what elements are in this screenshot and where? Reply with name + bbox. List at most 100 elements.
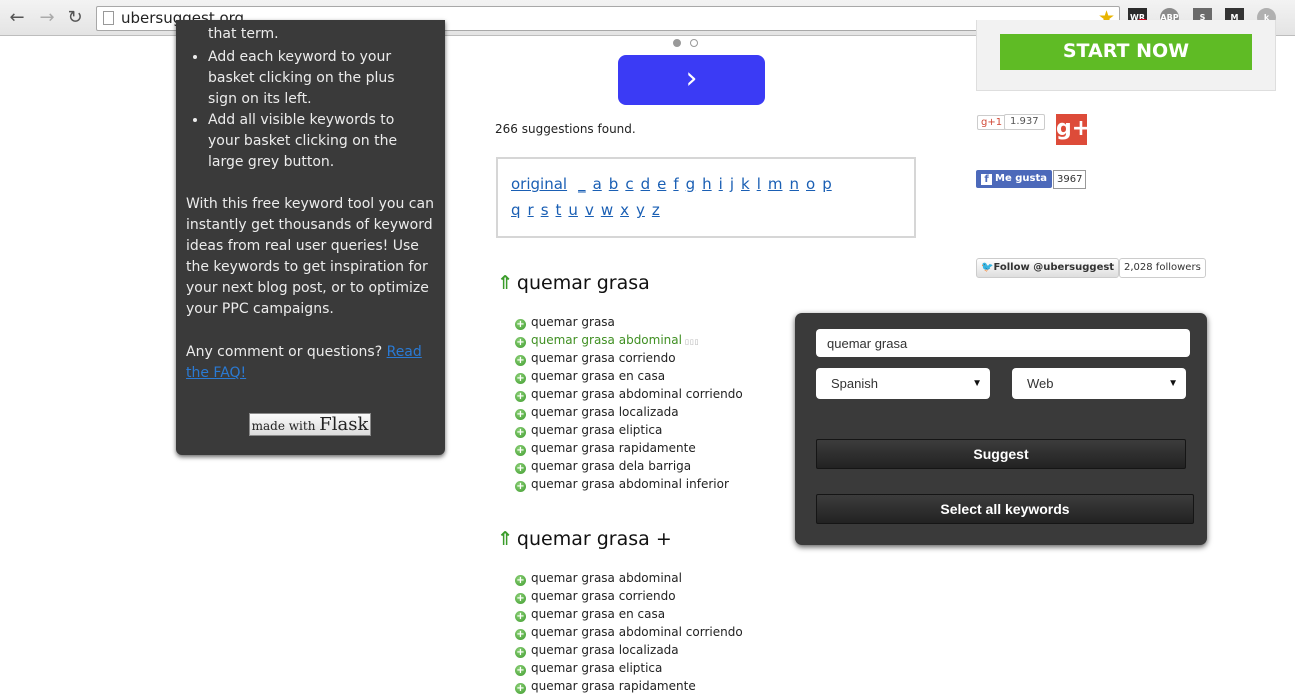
keyword-item[interactable]: + quemar grasa abdominal ▯▯▯ [515, 331, 743, 349]
letter-link-v[interactable]: v [585, 201, 594, 219]
forward-icon[interactable]: → [36, 7, 58, 29]
keyword-group-title[interactable]: ⇑ quemar grasa + [497, 528, 672, 550]
letter-link-d[interactable]: d [641, 175, 651, 193]
letter-link-m[interactable]: m [768, 175, 783, 193]
carousel-next-button[interactable]: › [618, 55, 765, 105]
reload-icon[interactable]: ↻ [64, 7, 86, 29]
carousel-dot-active[interactable] [673, 39, 681, 47]
source-select[interactable]: Web ▼ [1012, 368, 1186, 399]
facebook-like-button[interactable]: f Me gusta [976, 170, 1052, 188]
letter-link-t[interactable]: t [556, 201, 562, 219]
add-keyword-plus-icon[interactable]: + [515, 391, 526, 402]
letter-link-y[interactable]: y [636, 201, 645, 219]
add-keyword-plus-icon[interactable]: + [515, 319, 526, 330]
keyword-text[interactable]: quemar grasa abdominal inferior [531, 477, 729, 491]
add-keyword-plus-icon[interactable]: + [515, 337, 526, 348]
keyword-text[interactable]: quemar grasa abdominal corriendo [531, 387, 743, 401]
letter-link-s[interactable]: s [541, 201, 549, 219]
add-keyword-plus-icon[interactable]: + [515, 683, 526, 694]
keyword-text[interactable]: quemar grasa rapidamente [531, 679, 696, 693]
keyword-item[interactable]: + quemar grasa abdominal inferior [515, 475, 743, 493]
suggest-button[interactable]: Suggest [816, 439, 1186, 469]
letter-link-underscore[interactable]: _ [578, 175, 586, 193]
letter-link-z[interactable]: z [652, 201, 660, 219]
add-keyword-plus-icon[interactable]: + [515, 647, 526, 658]
back-icon[interactable]: ← [6, 7, 28, 29]
letter-link-g[interactable]: g [686, 175, 696, 193]
gplus-logo-icon[interactable]: g+ [1056, 114, 1090, 145]
keyword-text[interactable]: quemar grasa en casa [531, 607, 665, 621]
letter-link-e[interactable]: e [657, 175, 666, 193]
letter-link-j[interactable]: j [730, 175, 734, 193]
keyword-item[interactable]: + quemar grasa en casa [515, 367, 743, 385]
keyword-text[interactable]: quemar grasa localizada [531, 405, 679, 419]
letter-link-x[interactable]: x [620, 201, 629, 219]
up-arrow-icon[interactable]: ⇑ [497, 272, 513, 294]
add-keyword-plus-icon[interactable]: + [515, 463, 526, 474]
keyword-text[interactable]: quemar grasa abdominal [531, 571, 682, 585]
add-keyword-plus-icon[interactable]: + [515, 629, 526, 640]
letter-link-a[interactable]: a [593, 175, 602, 193]
letter-link-c[interactable]: c [625, 175, 633, 193]
letter-link-u[interactable]: u [568, 201, 578, 219]
keyword-text[interactable]: quemar grasa en casa [531, 369, 665, 383]
letter-link-r[interactable]: r [528, 201, 534, 219]
add-keyword-plus-icon[interactable]: + [515, 445, 526, 456]
keyword-text[interactable]: quemar grasa dela barriga [531, 459, 691, 473]
gplus-one-button[interactable]: g+1 [977, 115, 1007, 130]
add-keyword-plus-icon[interactable]: + [515, 575, 526, 586]
carousel-dot[interactable] [690, 39, 698, 47]
letter-link-l[interactable]: l [757, 175, 761, 193]
add-keyword-plus-icon[interactable]: + [515, 593, 526, 604]
add-keyword-plus-icon[interactable]: + [515, 427, 526, 438]
keyword-text[interactable]: quemar grasa abdominal [531, 333, 682, 347]
keyword-search-input[interactable] [816, 329, 1190, 357]
letter-link-p[interactable]: p [822, 175, 832, 193]
start-now-button[interactable]: START NOW [1000, 34, 1252, 70]
letter-link-o[interactable]: o [806, 175, 815, 193]
add-keyword-plus-icon[interactable]: + [515, 373, 526, 384]
add-keyword-plus-icon[interactable]: + [515, 611, 526, 622]
keyword-item[interactable]: + quemar grasa rapidamente [515, 677, 743, 695]
twitter-follow-button[interactable]: 🐦Follow @ubersuggest [976, 258, 1120, 278]
add-keyword-plus-icon[interactable]: + [515, 665, 526, 676]
keyword-item[interactable]: + quemar grasa abdominal [515, 569, 743, 587]
select-all-keywords-button[interactable]: Select all keywords [816, 494, 1194, 524]
keyword-item[interactable]: + quemar grasa eliptica [515, 421, 743, 439]
keyword-item[interactable]: + quemar grasa eliptica [515, 659, 743, 677]
letter-link-w[interactable]: w [601, 201, 613, 219]
keyword-text[interactable]: quemar grasa eliptica [531, 423, 662, 437]
keyword-item[interactable]: + quemar grasa en casa [515, 605, 743, 623]
letter-link-b[interactable]: b [609, 175, 619, 193]
keyword-item[interactable]: + quemar grasa corriendo [515, 349, 743, 367]
letter-link-f[interactable]: f [673, 175, 678, 193]
keyword-item[interactable]: + quemar grasa [515, 313, 743, 331]
letter-link-k[interactable]: k [741, 175, 750, 193]
add-keyword-plus-icon[interactable]: + [515, 481, 526, 492]
keyword-text[interactable]: quemar grasa corriendo [531, 351, 676, 365]
made-with-flask-badge[interactable]: made with Flask [249, 413, 371, 436]
keyword-item[interactable]: + quemar grasa abdominal corriendo [515, 623, 743, 641]
keyword-text[interactable]: quemar grasa localizada [531, 643, 679, 657]
language-select[interactable]: Spanish ▼ [816, 368, 990, 399]
keyword-text[interactable]: quemar grasa [531, 315, 615, 329]
up-arrow-icon[interactable]: ⇑ [497, 528, 513, 550]
letter-link-h[interactable]: h [702, 175, 712, 193]
add-keyword-plus-icon[interactable]: + [515, 409, 526, 420]
keyword-text[interactable]: quemar grasa eliptica [531, 661, 662, 675]
keyword-group-title[interactable]: ⇑ quemar grasa [497, 272, 650, 294]
keyword-item[interactable]: + quemar grasa corriendo [515, 587, 743, 605]
keyword-item[interactable]: + quemar grasa localizada [515, 403, 743, 421]
keyword-item[interactable]: + quemar grasa dela barriga [515, 457, 743, 475]
letter-link-q[interactable]: q [511, 201, 521, 219]
keyword-text[interactable]: quemar grasa corriendo [531, 589, 676, 603]
keyword-item[interactable]: + quemar grasa rapidamente [515, 439, 743, 457]
letter-link-i[interactable]: i [719, 175, 723, 193]
keyword-text[interactable]: quemar grasa rapidamente [531, 441, 696, 455]
keyword-item[interactable]: + quemar grasa localizada [515, 641, 743, 659]
add-keyword-plus-icon[interactable]: + [515, 355, 526, 366]
keyword-item[interactable]: + quemar grasa abdominal corriendo [515, 385, 743, 403]
letter-link-n[interactable]: n [789, 175, 799, 193]
letter-link-original[interactable]: original [511, 175, 567, 193]
keyword-text[interactable]: quemar grasa abdominal corriendo [531, 625, 743, 639]
